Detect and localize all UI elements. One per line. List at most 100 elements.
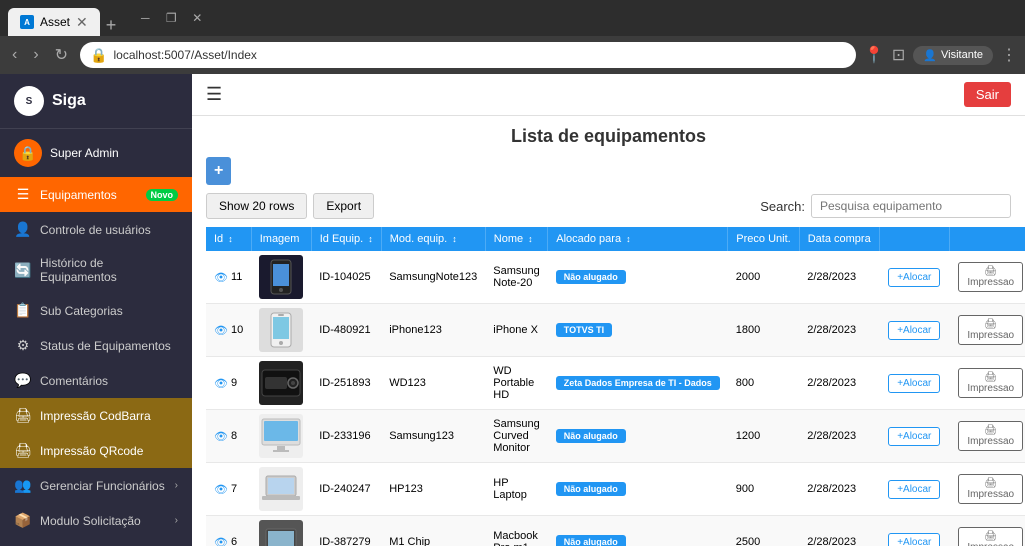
cell-modequip-6: M1 Chip — [381, 516, 485, 546]
cell-idequip-11: ID-104025 — [311, 251, 381, 304]
cell-idequip-6: ID-387279 — [311, 516, 381, 546]
minimize-btn[interactable]: ─ — [134, 7, 156, 29]
add-equipment-btn[interactable]: + — [206, 157, 231, 185]
impressao-btn-11[interactable]: 🖨Impressao — [958, 262, 1023, 292]
cell-alocado-10: TOTVS TI — [548, 304, 728, 357]
browser-tab-asset[interactable]: A Asset ✕ — [8, 8, 100, 36]
top-bar: ☰ Sair — [192, 74, 1025, 116]
cell-impressao-8: 🖨Impressao — [949, 410, 1025, 463]
menu-hamburger-icon[interactable]: ☰ — [206, 84, 222, 105]
eye-icon-10[interactable]: 👁 — [214, 324, 228, 337]
col-nome[interactable]: Nome ↕ — [485, 227, 547, 251]
sidebar-item-equipamentos[interactable]: ☰ Equipamentos Novo — [0, 177, 192, 212]
user-avatar-icon: 🔒 — [14, 139, 42, 167]
eye-icon-6[interactable]: 👁 — [214, 536, 228, 546]
cell-img-11 — [251, 251, 311, 304]
col-imagem[interactable]: Imagem — [251, 227, 311, 251]
col-mod-equip[interactable]: Mod. equip. ↕ — [381, 227, 485, 251]
alocar-btn-6[interactable]: +Alocar — [888, 533, 940, 546]
sidebar-item-configuracoes[interactable]: ⚙ Configurações › — [0, 538, 192, 546]
cell-idequip-7: ID-240247 — [311, 463, 381, 516]
lock-icon: 🔒 — [90, 47, 107, 64]
toolbar-left: Show 20 rows Export — [206, 193, 374, 219]
user-profile-btn[interactable]: 👤 Visitante — [913, 46, 993, 65]
cell-impressao-6: 🖨Impressao — [949, 516, 1025, 546]
browser-chrome: A Asset ✕ + ─ ❐ ✕ — [0, 0, 1025, 36]
impressao-btn-8[interactable]: 🖨Impressao — [958, 421, 1023, 451]
show-rows-btn[interactable]: Show 20 rows — [206, 193, 307, 219]
new-tab-btn[interactable]: + — [100, 15, 123, 36]
app-name: Siga — [52, 92, 86, 110]
cell-modequip-10: iPhone123 — [381, 304, 485, 357]
content-area: Lista de equipamentos + Show 20 rows Exp… — [192, 116, 1025, 546]
cell-alocado-11: Não alugado — [548, 251, 728, 304]
cell-id-8: 👁 8 — [206, 410, 251, 463]
forward-btn[interactable]: › — [29, 42, 42, 68]
sidebar-header: S Siga — [0, 74, 192, 129]
alocar-btn-8[interactable]: +Alocar — [888, 427, 940, 446]
impressao-btn-9[interactable]: 🖨Impressao — [958, 368, 1023, 398]
col-alocado[interactable]: Alocado para ↕ — [548, 227, 728, 251]
col-preco[interactable]: Preco Unit. — [728, 227, 799, 251]
impressao-btn-7[interactable]: 🖨Impressao — [958, 474, 1023, 504]
search-input[interactable] — [811, 194, 1011, 218]
alocar-btn-10[interactable]: +Alocar — [888, 321, 940, 340]
eye-icon-9[interactable]: 👁 — [214, 377, 228, 390]
back-btn[interactable]: ‹ — [8, 42, 21, 68]
controle-label: Controle de usuários — [40, 223, 178, 237]
alocar-btn-11[interactable]: +Alocar — [888, 268, 940, 287]
qrcode-icon: 🖨 — [14, 442, 32, 459]
impressao-btn-10[interactable]: 🖨Impressao — [958, 315, 1023, 345]
cell-img-6 — [251, 516, 311, 546]
cell-idequip-8: ID-233196 — [311, 410, 381, 463]
sidebar-item-comentarios[interactable]: 💬 Comentários — [0, 363, 192, 398]
sidebar-item-modulo[interactable]: 📦 Modulo Solicitação › — [0, 503, 192, 538]
close-btn[interactable]: ✕ — [186, 7, 208, 29]
table-row: 👁 9 ID-251893 WD123 WD Portable HD Zeta … — [206, 357, 1025, 410]
cell-alocado-9: Zeta Dados Empresa de TI - Dados — [548, 357, 728, 410]
cell-preco-7: 900 — [728, 463, 799, 516]
col-data[interactable]: Data compra — [799, 227, 879, 251]
subcategorias-label: Sub Categorias — [40, 304, 178, 318]
toolbar-row: Show 20 rows Export Search: — [206, 193, 1011, 219]
window-controls: ─ ❐ ✕ — [134, 7, 208, 29]
sidebar-item-controle-usuarios[interactable]: 👤 Controle de usuários — [0, 212, 192, 247]
impressao-btn-6[interactable]: 🖨Impressao — [958, 527, 1023, 546]
col-id-equip[interactable]: Id Equip. ↕ — [311, 227, 381, 251]
export-btn[interactable]: Export — [313, 193, 374, 219]
cell-nome-6: Macbook Pro m1 — [485, 516, 547, 546]
sidebar-toggle-icon[interactable]: ⊡ — [892, 45, 905, 65]
funcionarios-icon: 👥 — [14, 477, 32, 494]
data-table: Id ↕ Imagem Id Equip. ↕ Mod. equip. ↕ No… — [206, 227, 1025, 546]
sidebar-item-sub-categorias[interactable]: 📋 Sub Categorias — [0, 293, 192, 328]
sidebar-item-impressao-codbarra[interactable]: 🖨 Impressão CodBarra — [0, 398, 192, 433]
user-section: 🔒 Super Admin — [0, 129, 192, 177]
cell-img-8 — [251, 410, 311, 463]
cell-preco-10: 1800 — [728, 304, 799, 357]
row-id-6: 6 — [231, 536, 237, 546]
row-id-7: 7 — [231, 483, 237, 495]
refresh-btn[interactable]: ↻ — [51, 41, 72, 69]
tab-title: Asset — [40, 15, 70, 29]
sidebar-item-impressao-qrcode[interactable]: 🖨 Impressão QRcode — [0, 433, 192, 468]
sidebar-item-status[interactable]: ⚙ Status de Equipamentos — [0, 328, 192, 363]
sidebar-item-funcionarios[interactable]: 👥 Gerenciar Funcionários › — [0, 468, 192, 503]
restore-btn[interactable]: ❐ — [160, 7, 182, 29]
eye-icon-7[interactable]: 👁 — [214, 483, 228, 496]
eye-icon-11[interactable]: 👁 — [214, 271, 228, 284]
eye-icon-8[interactable]: 👁 — [214, 430, 228, 443]
col-id[interactable]: Id ↕ — [206, 227, 251, 251]
location-icon[interactable]: 📍 — [864, 45, 884, 65]
status-label: Status de Equipamentos — [40, 339, 178, 353]
sidebar-item-historico[interactable]: 🔄 Histórico de Equipamentos — [0, 247, 192, 293]
address-bar[interactable]: 🔒 localhost:5007/Asset/Index — [80, 42, 856, 68]
sair-button[interactable]: Sair — [964, 82, 1011, 107]
cell-alocar-10: +Alocar — [879, 304, 949, 357]
modulo-icon: 📦 — [14, 512, 32, 529]
table-row: 👁 11 ID-104025 SamsungNote123 Samsung No… — [206, 251, 1025, 304]
alocar-btn-9[interactable]: +Alocar — [888, 374, 940, 393]
alocar-btn-7[interactable]: +Alocar — [888, 480, 940, 499]
more-options-icon[interactable]: ⋮ — [1001, 45, 1017, 65]
row-id-10: 10 — [231, 324, 243, 336]
tab-close-btn[interactable]: ✕ — [76, 14, 88, 31]
